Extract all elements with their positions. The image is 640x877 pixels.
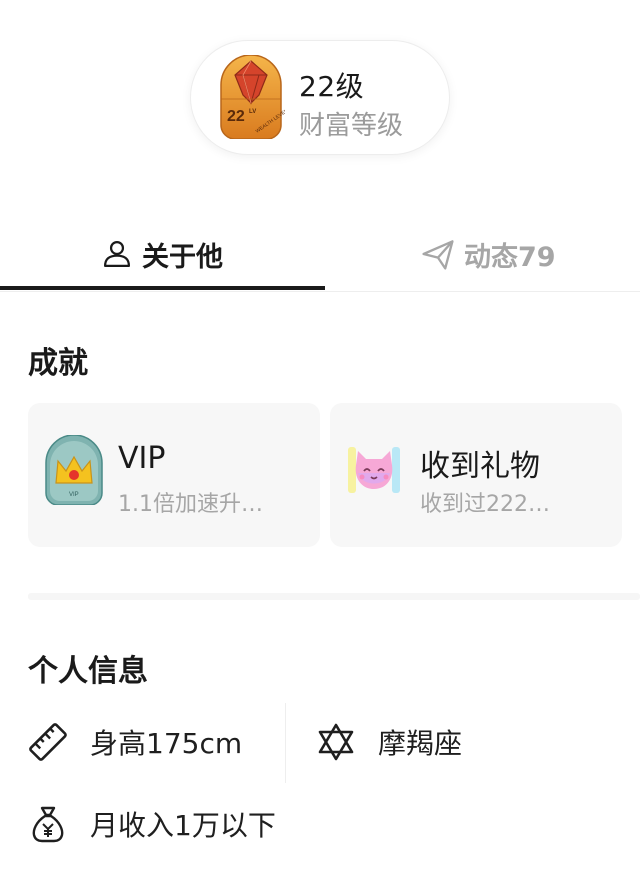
- info-zodiac: 摩羯座: [316, 722, 462, 762]
- profile-tabs: 关于他 动态79: [0, 218, 640, 292]
- wealth-level-card[interactable]: 22 LV WEALTH LEVEL 22级 财富等级: [190, 40, 450, 155]
- active-tab-indicator: [0, 286, 325, 290]
- achievement-gift-title: 收到礼物: [420, 449, 540, 484]
- star-of-david-icon: [318, 723, 354, 761]
- info-zodiac-text: 摩羯座: [378, 727, 463, 760]
- wealth-badge-icon: 22 LV WEALTH LEVEL: [220, 55, 285, 139]
- info-income: 月收入1万以下: [28, 804, 276, 844]
- profile-header: 22 LV WEALTH LEVEL 22级 财富等级: [0, 0, 640, 233]
- tab-feed-label: 动态79: [464, 241, 556, 273]
- info-separator: [285, 703, 286, 783]
- achievement-card-vip[interactable]: VIP VIP 1.1倍加速升…: [28, 403, 320, 547]
- achievement-gift-desc: 收到过222…: [420, 492, 550, 517]
- section-divider: [28, 593, 640, 600]
- wealth-level-value: 22级: [299, 70, 365, 103]
- wealth-level-label: 财富等级: [299, 111, 404, 141]
- tab-about-him[interactable]: 关于他: [100, 218, 223, 290]
- send-icon: [422, 240, 454, 270]
- personal-info-title: 个人信息: [28, 654, 148, 689]
- vip-crown-icon: VIP: [45, 435, 103, 505]
- person-icon: [103, 240, 131, 268]
- tab-about-label: 关于他: [142, 241, 223, 273]
- achievement-card-gift[interactable]: 收到礼物 收到过222…: [330, 403, 622, 547]
- gift-cat-icon: [348, 447, 400, 493]
- vip-icon-caption: VIP: [69, 492, 79, 498]
- achievement-vip-title: VIP: [118, 441, 166, 476]
- info-height-text: 身高175cm: [90, 727, 243, 760]
- info-income-text: 月收入1万以下: [90, 809, 276, 842]
- ruler-icon: [29, 723, 67, 761]
- wealth-badge-number: 22: [227, 108, 245, 125]
- info-height: 身高175cm: [28, 722, 242, 762]
- tab-feed[interactable]: 动态79: [420, 218, 556, 290]
- achievements-title: 成就: [28, 346, 88, 381]
- money-bag-icon: [32, 806, 64, 843]
- wealth-badge-sup: LV: [249, 109, 256, 115]
- achievement-vip-desc: 1.1倍加速升…: [118, 492, 263, 517]
